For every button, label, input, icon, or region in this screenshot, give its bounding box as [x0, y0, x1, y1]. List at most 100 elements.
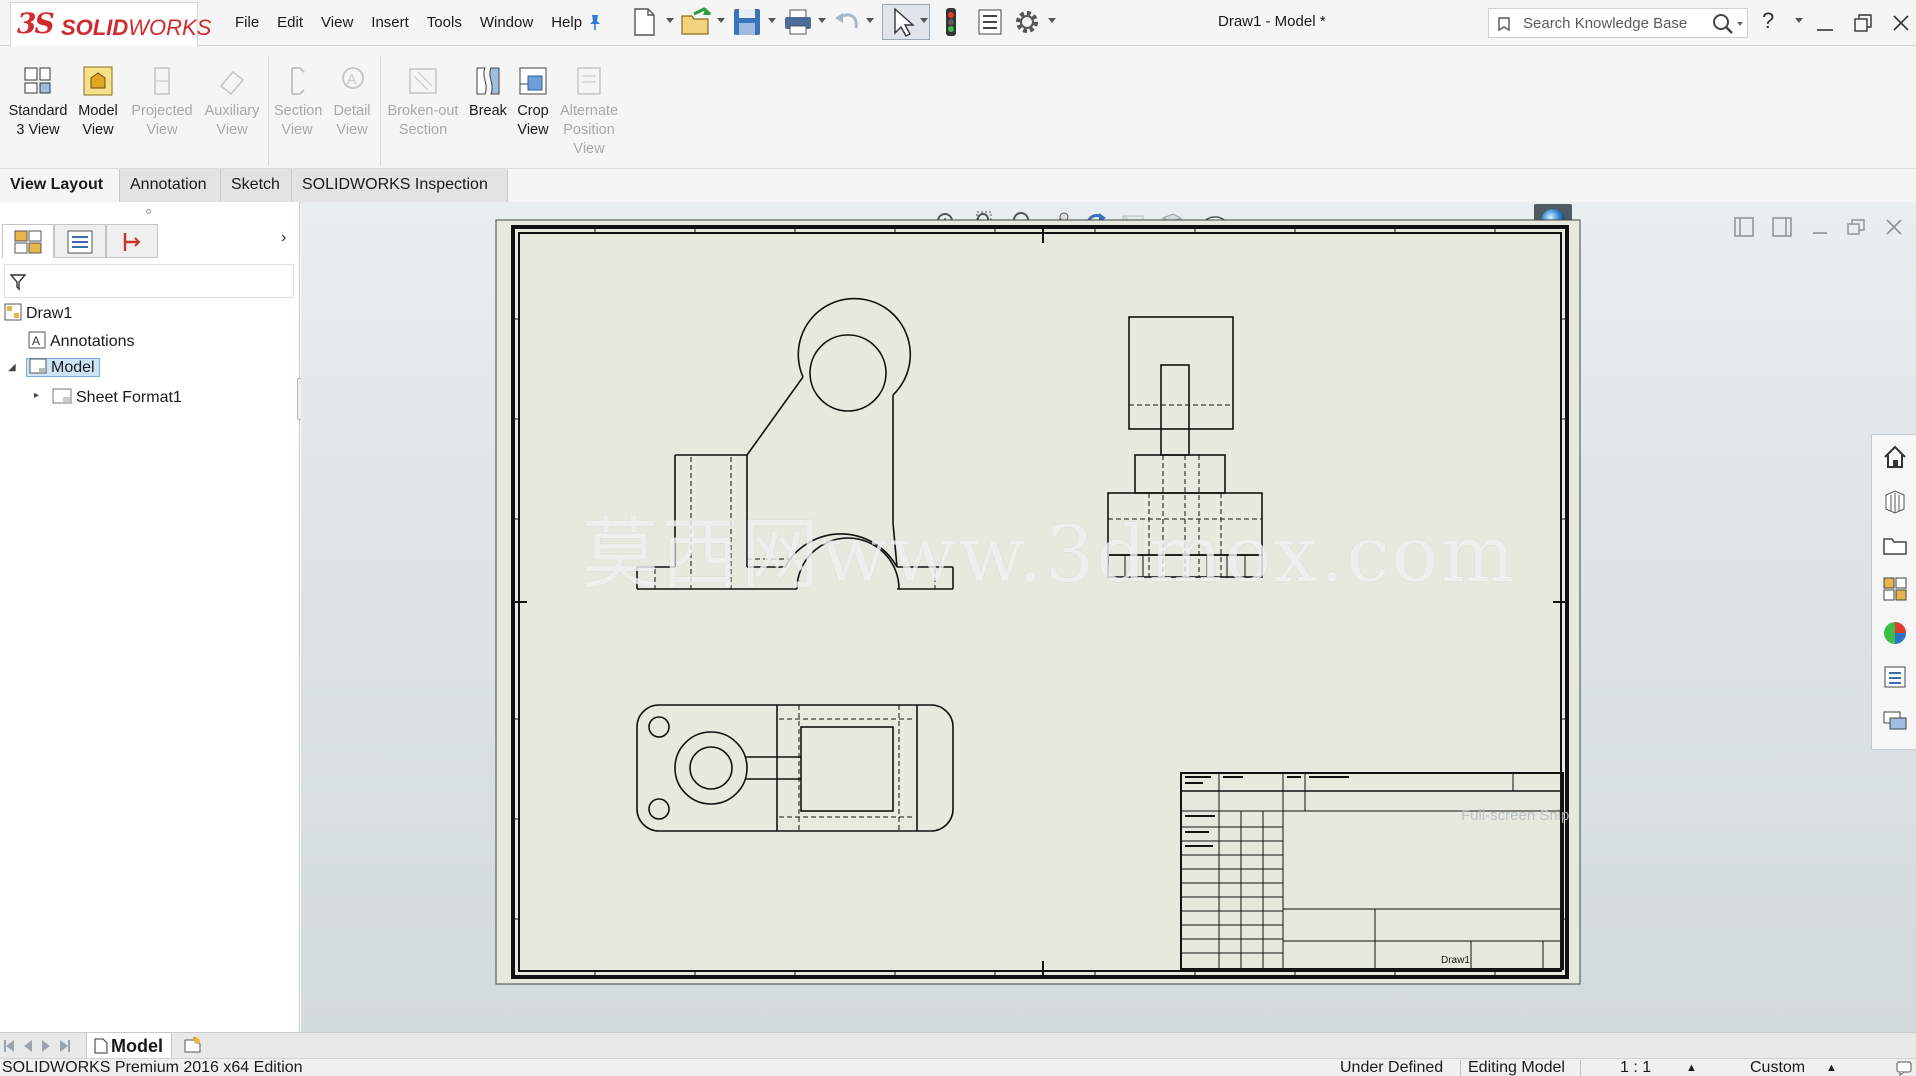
tree-node-model-sheet[interactable]: Model	[26, 357, 100, 379]
solidworks-logo[interactable]: 3S SOLIDWORKS	[10, 2, 211, 48]
new-dropdown-arrow[interactable]	[666, 18, 674, 23]
feature-manager-tab[interactable]	[2, 224, 54, 258]
drawing-sheet[interactable]: Draw1	[495, 219, 1581, 985]
document-minimize-icon[interactable]	[1809, 216, 1831, 238]
viewport-split-right-icon[interactable]	[1771, 216, 1793, 238]
broken-out-section-button[interactable]: Broken-out Section	[384, 64, 462, 140]
alternate-position-view-button[interactable]: Alternate Position View	[556, 64, 622, 159]
tree-node-sheet-format[interactable]: Sheet Format1	[52, 387, 182, 409]
new-document-icon	[634, 8, 655, 36]
projected-view-button[interactable]: Projected View	[128, 64, 196, 140]
status-separator	[1580, 1060, 1581, 1076]
section-view-button[interactable]: Section View	[274, 64, 322, 140]
solidworks-wordmark: SOLIDWORKS	[61, 15, 211, 41]
open-dropdown-arrow[interactable]	[717, 18, 725, 23]
model-view-label: Model View	[78, 103, 118, 138]
options-dropdown-arrow[interactable]	[1048, 18, 1056, 23]
tab-solidworks-inspection[interactable]: SOLIDWORKS Inspection	[292, 169, 508, 203]
dimxpert-icon	[123, 233, 141, 251]
custom-properties-icon[interactable]	[1881, 663, 1909, 691]
viewport-split-left-icon[interactable]	[1733, 216, 1755, 238]
auxiliary-view-label: Auxiliary View	[204, 103, 260, 138]
restore-icon[interactable]	[1850, 10, 1876, 36]
search-input[interactable]	[1523, 13, 1693, 33]
document-restore-icon[interactable]	[1845, 216, 1867, 238]
menu-view[interactable]: View	[312, 13, 362, 33]
tree-filter[interactable]	[4, 264, 294, 298]
search-icon[interactable]	[1711, 12, 1745, 36]
quick-tips-icon[interactable]	[1896, 1060, 1912, 1076]
appearances-icon[interactable]	[1881, 619, 1909, 647]
menu-window[interactable]: Window	[471, 13, 542, 33]
logo-text-thin: WORKS	[128, 15, 212, 40]
print-button[interactable]	[782, 6, 814, 38]
panel-grip[interactable]	[146, 209, 151, 214]
file-explorer-icon[interactable]	[1881, 531, 1909, 559]
document-close-icon[interactable]	[1883, 216, 1905, 238]
undo-dropdown-arrow[interactable]	[866, 18, 874, 23]
file-properties-button[interactable]	[976, 6, 1004, 38]
design-library-icon[interactable]	[1881, 487, 1909, 515]
property-manager-tab[interactable]	[54, 224, 106, 258]
knowledge-base-icon[interactable]	[1497, 16, 1511, 32]
rebuild-button[interactable]	[942, 6, 960, 38]
status-units[interactable]: Custom	[1750, 1059, 1805, 1076]
open-button[interactable]	[680, 6, 714, 38]
detail-view-button[interactable]: A Detail View	[328, 64, 376, 140]
pin-icon[interactable]	[587, 13, 603, 31]
status-scale[interactable]: 1 : 1	[1620, 1059, 1651, 1076]
add-sheet-icon[interactable]	[184, 1037, 202, 1053]
new-document-button[interactable]	[632, 6, 658, 38]
alternate-position-view-icon	[577, 67, 601, 95]
break-label: Break	[469, 103, 507, 119]
menu-edit[interactable]: Edit	[268, 13, 312, 33]
close-icon[interactable]	[1888, 10, 1914, 36]
minimize-icon[interactable]	[1812, 10, 1838, 36]
units-up-arrow-icon[interactable]: ▲	[1826, 1059, 1837, 1076]
tab-view-layout[interactable]: View Layout	[0, 169, 120, 203]
crop-view-button[interactable]: Crop View	[512, 64, 554, 140]
title-bar: 3S SOLIDWORKS File Edit View Insert Tool…	[0, 0, 1916, 48]
crop-view-label: Crop View	[517, 103, 549, 138]
menu-help[interactable]: Help	[542, 13, 591, 33]
chevron-right-icon[interactable]: ›	[281, 229, 286, 247]
sheet-navigation-arrows[interactable]	[2, 1039, 82, 1053]
collapse-arrow-icon[interactable]: ▸	[34, 390, 39, 401]
tree-node-draw1[interactable]: Draw1	[4, 303, 72, 325]
tab-sketch[interactable]: Sketch	[221, 169, 292, 203]
menu-tools[interactable]: Tools	[418, 13, 471, 33]
break-view-icon	[476, 67, 500, 95]
model-view-button[interactable]: Model View	[74, 64, 122, 140]
select-dropdown-arrow[interactable]	[920, 18, 928, 23]
sheet-tab-model[interactable]: Model	[86, 1033, 172, 1059]
undo-button[interactable]	[832, 6, 862, 38]
section-view-icon	[291, 67, 305, 95]
auxiliary-view-button[interactable]: Auxiliary View	[200, 64, 264, 140]
sheet-icon	[29, 358, 47, 374]
feature-tree-icon	[14, 230, 42, 254]
break-button[interactable]: Break	[468, 64, 508, 121]
save-button[interactable]	[732, 6, 762, 38]
gear-icon	[1016, 11, 1038, 33]
command-tabs: View Layout Annotation Sketch SOLIDWORKS…	[0, 168, 1916, 203]
graphics-area[interactable]: Draw1 莫西网www.3dmox.com Full-screen Snip	[301, 202, 1916, 1032]
save-dropdown-arrow[interactable]	[768, 18, 776, 23]
expand-arrow-icon[interactable]: ◢	[8, 362, 16, 373]
svg-text:A: A	[347, 71, 357, 87]
tab-annotation[interactable]: Annotation	[120, 169, 221, 203]
home-icon[interactable]	[1881, 443, 1909, 471]
dimxpert-tab[interactable]	[106, 224, 158, 258]
view-palette-icon[interactable]	[1881, 575, 1909, 603]
standard-3-view-button[interactable]: Standard 3 View	[6, 64, 70, 140]
menu-file[interactable]: File	[226, 13, 268, 33]
scale-up-arrow-icon[interactable]: ▲	[1686, 1059, 1697, 1076]
tree-node-label: Draw1	[26, 305, 73, 322]
ghost-tooltip-text: Full-screen Snip	[1461, 807, 1570, 824]
help-icon[interactable]: ?	[1762, 8, 1774, 34]
tree-node-annotations[interactable]: A Annotations	[28, 331, 135, 353]
help-dropdown-arrow[interactable]	[1795, 18, 1803, 23]
print-dropdown-arrow[interactable]	[818, 18, 826, 23]
options-button[interactable]	[1012, 6, 1044, 38]
forum-icon[interactable]	[1881, 707, 1909, 735]
menu-insert[interactable]: Insert	[362, 13, 418, 33]
